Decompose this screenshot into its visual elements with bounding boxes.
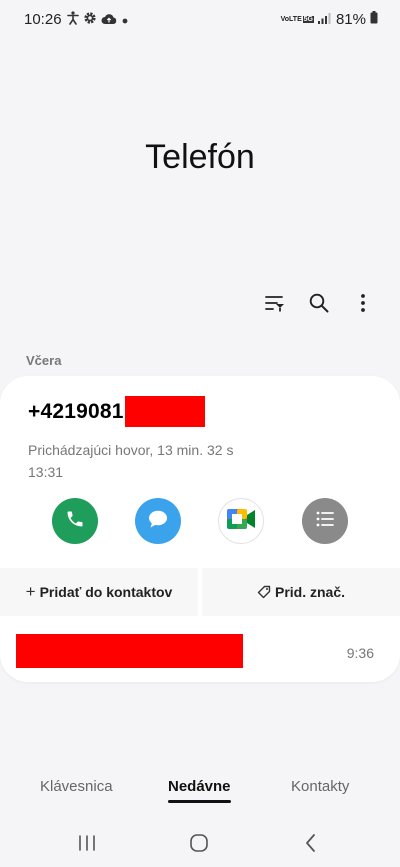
message-button[interactable] — [135, 498, 181, 544]
toolbar — [262, 292, 376, 318]
recent-apps-icon — [77, 834, 97, 857]
tag-icon — [257, 585, 271, 599]
back-icon — [304, 833, 318, 858]
recent-call-card[interactable]: +4219081 Prichádzajúci hovor, 13 min. 32… — [0, 376, 400, 682]
tab-keypad[interactable]: Klávesnica — [40, 778, 113, 795]
accessibility-icon — [67, 11, 79, 30]
section-label-yesterday: Včera — [26, 353, 62, 368]
page-title: Telefón — [145, 138, 255, 176]
tab-contacts[interactable]: Kontakty — [291, 778, 349, 795]
caller-number: +4219081 — [28, 399, 124, 423]
settings-gear-icon — [83, 11, 97, 30]
recent-apps-button[interactable] — [74, 832, 100, 858]
phone-icon — [65, 509, 85, 534]
plus-icon: + — [25, 582, 36, 601]
signal-strength-icon — [317, 11, 332, 28]
cloud-upload-icon — [101, 12, 117, 30]
call-button[interactable] — [52, 498, 98, 544]
more-vertical-icon — [360, 293, 366, 318]
home-button[interactable] — [186, 832, 212, 858]
home-icon — [189, 833, 209, 858]
video-call-icon — [226, 507, 256, 536]
message-icon — [147, 509, 169, 534]
tab-recents[interactable]: Nedávne — [168, 778, 231, 795]
back-button[interactable] — [298, 832, 324, 858]
notification-dot-icon — [121, 12, 129, 30]
bottom-tabs: Klávesnica Nedávne Kontakty — [0, 773, 400, 813]
battery-icon — [370, 11, 378, 28]
caller-number-row: +4219081 — [28, 396, 205, 427]
filter-icon — [265, 294, 285, 317]
battery-percent: 81% — [335, 11, 366, 28]
system-nav-bar — [0, 822, 400, 867]
status-right: VoLTE 5G 81% — [281, 11, 378, 28]
status-bar: 10:26 VoLTE 5G 81% — [0, 0, 400, 40]
status-left-icons — [67, 11, 129, 30]
add-to-contacts-button[interactable]: + Pridať do kontaktov — [0, 568, 198, 616]
active-tab-indicator — [168, 800, 231, 803]
filter-button[interactable] — [262, 292, 288, 318]
search-button[interactable] — [306, 292, 332, 318]
call-time: 9:36 — [346, 645, 374, 661]
search-icon — [309, 293, 329, 318]
call-actions — [0, 498, 400, 546]
call-type-duration: Prichádzajúci hovor, 13 min. 32 s — [28, 442, 234, 458]
more-options-button[interactable] — [350, 292, 376, 318]
recent-call-row[interactable]: 9:36 — [0, 624, 400, 682]
redaction-block — [124, 396, 205, 427]
network-5g-badge: 5G — [302, 16, 314, 23]
details-button[interactable] — [302, 498, 348, 544]
volte-label: VoLTE — [280, 16, 302, 23]
add-to-contacts-label: Pridať do kontaktov — [39, 584, 173, 600]
add-tag-label: Prid. znač. — [274, 584, 346, 600]
call-time: 13:31 — [28, 464, 64, 480]
video-call-button[interactable] — [218, 498, 264, 544]
add-tag-button[interactable]: Prid. znač. — [202, 568, 400, 616]
card-buttons: + Pridať do kontaktov Prid. znač. — [0, 568, 400, 616]
status-time: 10:26 — [24, 11, 62, 28]
redaction-block — [16, 634, 243, 668]
details-icon — [315, 510, 335, 533]
